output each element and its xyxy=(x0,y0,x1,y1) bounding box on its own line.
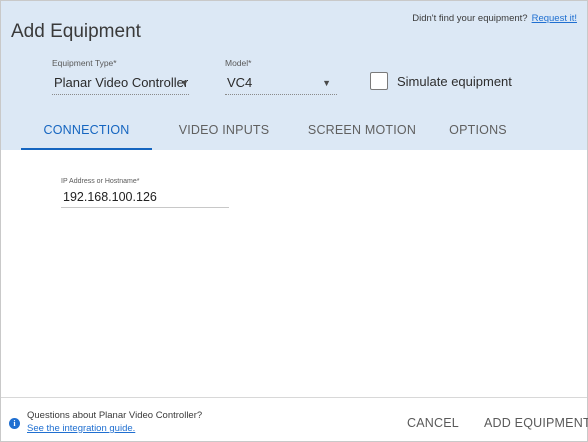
tab-options[interactable]: OPTIONS xyxy=(441,111,515,150)
tab-screen-motion[interactable]: SCREEN MOTION xyxy=(299,111,425,150)
tab-bar: CONNECTION VIDEO INPUTS SCREEN MOTION OP… xyxy=(1,111,587,150)
ip-address-input[interactable] xyxy=(61,187,229,208)
checkbox-box[interactable] xyxy=(370,72,388,90)
equipment-type-select[interactable]: Planar Video Controller ▼ xyxy=(52,73,189,95)
add-equipment-button[interactable]: ADD EQUIPMENT xyxy=(484,416,588,430)
help-question: Didn't find your equipment? xyxy=(412,13,528,24)
chevron-down-icon: ▼ xyxy=(180,78,189,88)
dialog-title: Add Equipment xyxy=(11,21,141,42)
ip-address-field: IP Address or Hostname* xyxy=(61,178,229,208)
simulate-equipment-label: Simulate equipment xyxy=(397,73,512,89)
tab-connection[interactable]: CONNECTION xyxy=(21,111,152,150)
footer-question: Questions about Planar Video Controller? xyxy=(27,410,203,421)
model-field: Model* VC4 ▼ xyxy=(225,58,337,95)
chevron-down-icon: ▼ xyxy=(322,78,331,88)
simulate-equipment-checkbox[interactable]: Simulate equipment xyxy=(370,72,512,90)
add-equipment-dialog: Add Equipment Didn't find your equipment… xyxy=(0,0,588,442)
dialog-header: Add Equipment Didn't find your equipment… xyxy=(1,1,587,150)
ip-address-label: IP Address or Hostname* xyxy=(61,178,140,185)
request-it-link[interactable]: Request it! xyxy=(532,13,577,24)
model-select[interactable]: VC4 ▼ xyxy=(225,73,337,95)
dialog-footer: i Questions about Planar Video Controlle… xyxy=(1,397,588,442)
cancel-button[interactable]: CANCEL xyxy=(407,416,459,430)
equipment-type-value: Planar Video Controller xyxy=(54,75,189,90)
integration-guide-link[interactable]: See the integration guide. xyxy=(27,423,135,434)
model-value: VC4 xyxy=(227,75,253,90)
info-icon: i xyxy=(9,418,20,429)
model-label: Model* xyxy=(225,58,252,68)
help-text: Didn't find your equipment? Request it! xyxy=(412,13,577,24)
equipment-type-field: Equipment Type* Planar Video Controller … xyxy=(52,58,189,95)
equipment-type-label: Equipment Type* xyxy=(52,58,117,68)
tab-video-inputs[interactable]: VIDEO INPUTS xyxy=(169,111,279,150)
